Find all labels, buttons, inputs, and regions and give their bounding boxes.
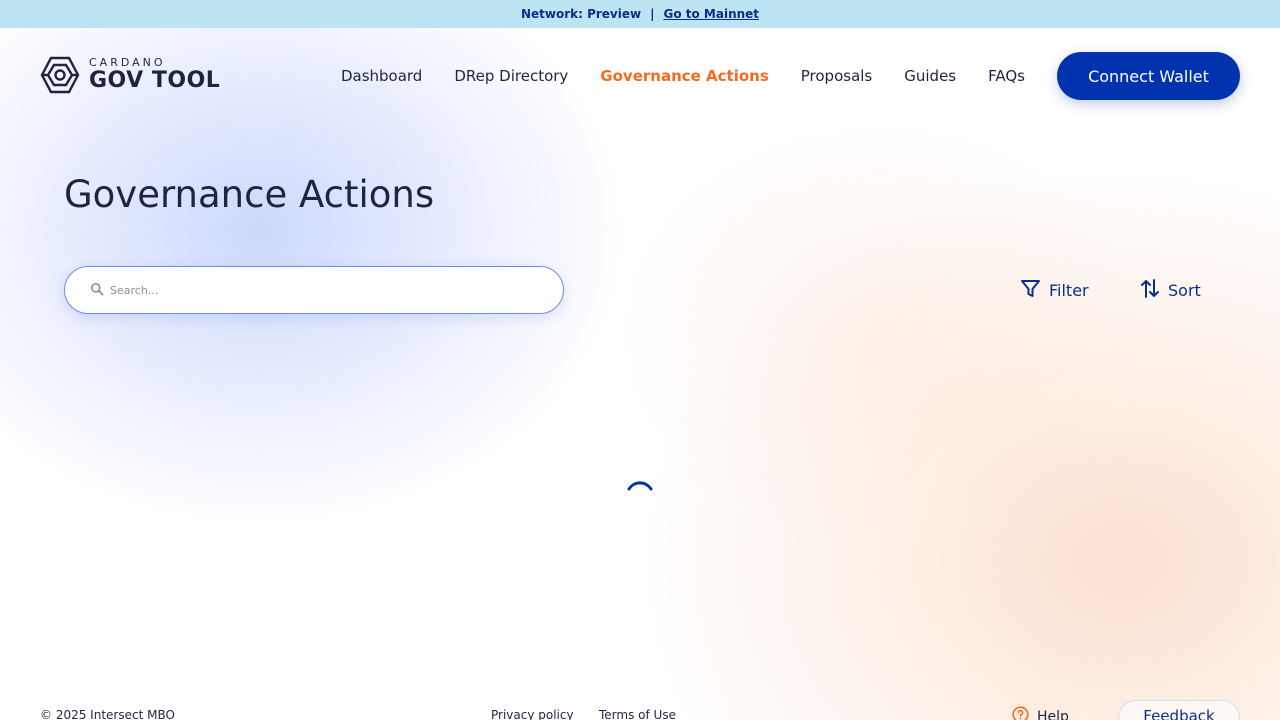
- hexagon-logo-icon: [40, 56, 80, 94]
- network-label: Network: Preview: [520, 7, 642, 21]
- filter-icon: [1020, 278, 1049, 303]
- go-to-mainnet-link[interactable]: Go to Mainnet: [663, 7, 759, 21]
- logo-title: GOV TOOL: [89, 68, 221, 93]
- site-footer: © 2025 Intersect MBO Privacy policy Term…: [0, 700, 1280, 720]
- sort-arrows-icon: [1140, 278, 1168, 303]
- connect-wallet-button[interactable]: Connect Wallet: [1057, 52, 1240, 100]
- logo[interactable]: CARDANO GOV TOOL: [40, 56, 220, 94]
- help-label: Help: [1037, 708, 1069, 720]
- filter-button[interactable]: Filter: [1020, 276, 1089, 304]
- nav-item-governance-actions[interactable]: Governance Actions: [600, 66, 768, 86]
- site-header: CARDANO GOV TOOL Dashboard DRep Director…: [0, 28, 1280, 124]
- copyright-text: © 2025 Intersect MBO: [40, 708, 175, 720]
- feedback-button[interactable]: Feedback: [1118, 700, 1240, 720]
- help-link[interactable]: Help: [1012, 706, 1069, 720]
- filter-label: Filter: [1049, 280, 1089, 300]
- search-icon: [90, 281, 104, 300]
- privacy-policy-link[interactable]: Privacy policy: [491, 708, 574, 720]
- banner-separator: |: [650, 7, 655, 21]
- sort-button[interactable]: Sort: [1140, 276, 1201, 304]
- nav-item-dashboard[interactable]: Dashboard: [341, 66, 422, 86]
- main-nav: Dashboard DRep Directory Governance Acti…: [309, 66, 1025, 86]
- terms-of-use-link[interactable]: Terms of Use: [599, 708, 676, 720]
- nav-item-guides[interactable]: Guides: [904, 66, 956, 86]
- nav-item-drep-directory[interactable]: DRep Directory: [454, 66, 568, 86]
- help-circle-icon: [1012, 706, 1037, 720]
- nav-item-faqs[interactable]: FAQs: [988, 66, 1025, 86]
- search-input[interactable]: [110, 283, 530, 297]
- loading-spinner: [624, 478, 656, 514]
- search-bar[interactable]: [64, 266, 564, 314]
- sort-label: Sort: [1168, 280, 1201, 300]
- nav-item-proposals[interactable]: Proposals: [801, 66, 872, 86]
- network-banner: Network: Preview | Go to Mainnet: [0, 0, 1280, 28]
- page-title: Governance Actions: [64, 173, 435, 216]
